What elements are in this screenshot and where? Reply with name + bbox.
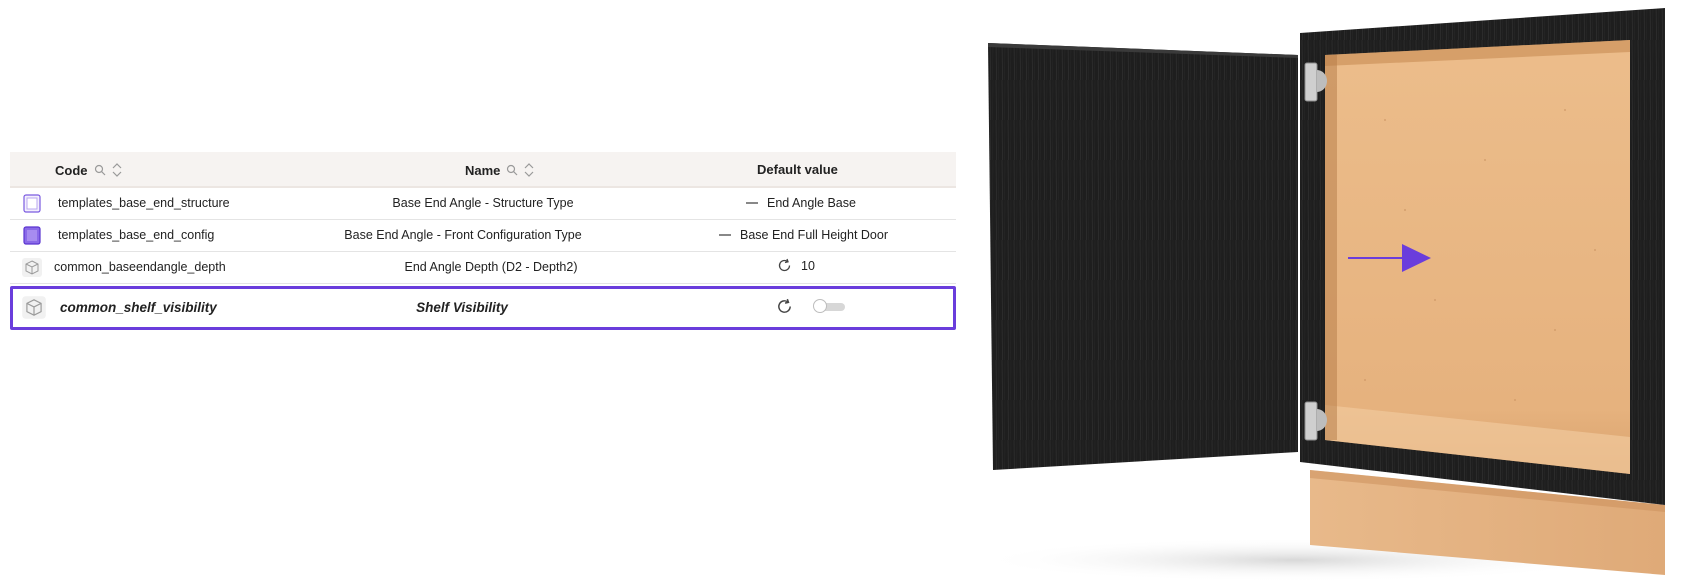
dash-icon: [719, 234, 731, 236]
table-row[interactable]: templates_base_end_structure Base End An…: [10, 188, 956, 220]
column-header-name[interactable]: Name: [465, 162, 534, 178]
search-icon[interactable]: [506, 164, 518, 176]
column-header-default-value-label: Default value: [757, 162, 838, 177]
dash-icon: [746, 202, 758, 204]
search-icon[interactable]: [94, 164, 106, 176]
table-row-highlighted[interactable]: common_shelf_visibility Shelf Visibility: [10, 286, 956, 330]
table-row[interactable]: common_baseendangle_depth End Angle Dept…: [10, 252, 956, 284]
column-header-code-label: Code: [55, 162, 88, 178]
table-header: Code Name Default value: [10, 152, 956, 188]
row-name: End Angle Depth (D2 - Depth2): [404, 260, 578, 274]
shelf-visibility-toggle[interactable]: [813, 298, 845, 313]
cabinet-3d-preview[interactable]: [965, 0, 1681, 580]
row-default-value[interactable]: [776, 298, 845, 315]
table-row[interactable]: templates_base_end_config Base End Angle…: [10, 220, 956, 252]
row-default-value[interactable]: Base End Full Height Door: [719, 228, 888, 242]
column-header-default-value: Default value: [757, 162, 838, 177]
cabinet-door[interactable]: [988, 43, 1298, 470]
sort-icon[interactable]: [524, 162, 534, 178]
parameters-table: Code Name Default value templates_base_e…: [10, 152, 956, 330]
refresh-icon[interactable]: [776, 298, 793, 315]
column-header-name-label: Name: [465, 162, 501, 178]
sort-icon[interactable]: [112, 162, 122, 178]
refresh-icon[interactable]: [777, 258, 792, 273]
toggle-knob: [813, 298, 827, 313]
row-default-value[interactable]: 10: [777, 258, 815, 273]
row-default-value[interactable]: End Angle Base: [746, 196, 856, 210]
interior-side-shadow: [1325, 55, 1337, 440]
column-header-code[interactable]: Code: [55, 162, 122, 178]
